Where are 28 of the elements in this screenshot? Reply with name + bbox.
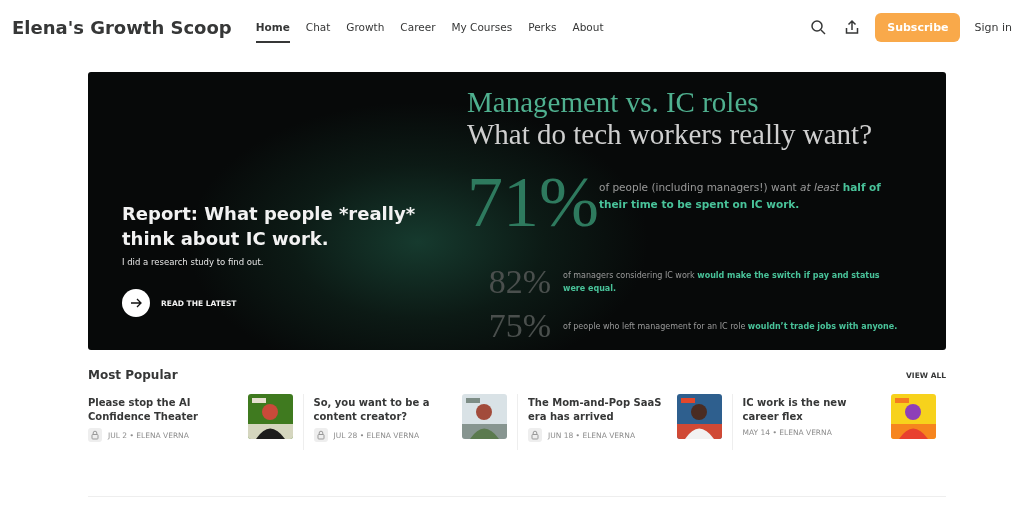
post-title[interactable]: The Mom-and-Pop SaaS era has arrived xyxy=(528,396,669,424)
post-title[interactable]: So, you want to be a content creator? xyxy=(313,396,454,424)
stat-figure: 75% xyxy=(487,306,552,346)
stat-text: of people (including managers!) want at least half of their time to be spent on IC work. xyxy=(599,181,882,210)
cover-heading: Management vs. IC roles xyxy=(467,86,760,118)
nav-tab[interactable]: Home xyxy=(247,0,298,54)
hero-banner[interactable] xyxy=(88,72,946,350)
cover-heading: What do tech workers really want? xyxy=(467,118,874,150)
section-title: Most Popular xyxy=(88,368,178,382)
nav-tab[interactable]: Chat xyxy=(297,0,339,54)
stat-text: of people who left management for an IC role wouldn’t trade jobs with anyone. xyxy=(563,320,899,333)
site-title[interactable]: Elena's Growth Scoop xyxy=(12,16,232,38)
nav-tab[interactable]: Growth xyxy=(338,0,393,54)
nav-tab[interactable]: My Courses xyxy=(443,0,521,54)
search-icon[interactable] xyxy=(810,19,827,35)
hero-title[interactable]: Report: What people *really* think about IC work. xyxy=(122,201,463,251)
post-title[interactable]: Please stop the AI Confidence Theater xyxy=(88,396,240,424)
stat-figure: 82% xyxy=(487,262,552,302)
arrow-icon xyxy=(130,297,142,309)
nav-tab[interactable]: About xyxy=(564,0,612,54)
arrow-button[interactable] xyxy=(122,289,150,317)
sign-in-link[interactable]: Sign in xyxy=(974,20,1012,34)
hero-subtitle: I did a research study to find out. xyxy=(122,257,265,267)
stat-text: of managers considering IC work would make the switch if pay and status were equal. xyxy=(563,270,881,295)
share-icon[interactable] xyxy=(844,19,861,35)
nav-tab[interactable]: Career xyxy=(392,0,444,54)
nav-tab[interactable]: Perks xyxy=(520,0,565,54)
post-title[interactable]: IC work is the new career flex xyxy=(742,396,883,424)
